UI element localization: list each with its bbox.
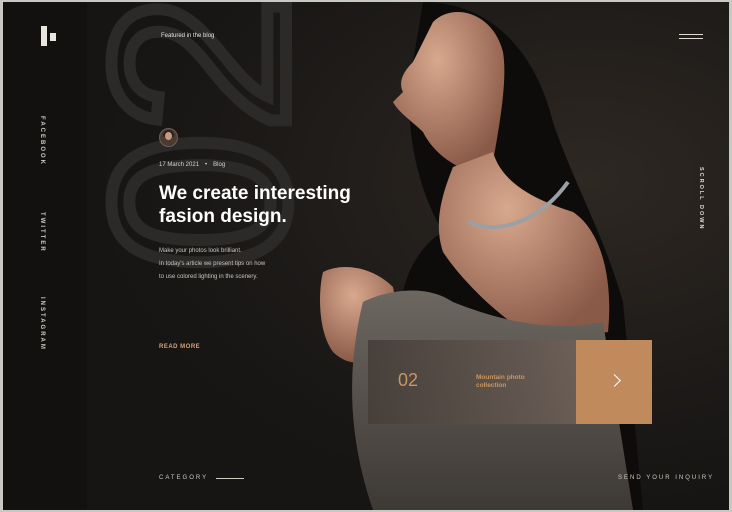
woman-portrait-image (320, 2, 643, 510)
post-category[interactable]: Blog (213, 162, 225, 168)
featured-collection-card[interactable]: 02 Mountain photo collection (368, 340, 576, 424)
chevron-right-icon (608, 374, 621, 387)
hero-headline: We create interesting fasion design. (159, 182, 399, 228)
headline-line-1: We create interesting (159, 183, 351, 204)
featured-label[interactable]: Featured in the blog (161, 33, 214, 39)
paragraph-line-2: In today's article we present tips on ho… (159, 261, 266, 267)
category-label[interactable]: CATEGORY (159, 475, 208, 481)
social-link-facebook[interactable]: FACEBOOK (39, 116, 45, 166)
author-avatar[interactable] (159, 128, 178, 147)
paragraph-line-3: to use colored lighting in the scenery. (159, 274, 258, 280)
post-date: 17 March 2021 (159, 162, 200, 168)
menu-hamburger-icon[interactable] (679, 34, 703, 40)
page-frame: FACEBOOK TWITTER INSTAGRAM 02 Featured i… (3, 2, 729, 510)
category-divider (216, 478, 244, 479)
read-more-link[interactable]: READ MORE (159, 344, 200, 350)
scroll-down-label[interactable]: SCROLL DOWN (698, 167, 704, 230)
card-title-line-1: Mountain photo (476, 374, 525, 381)
social-link-instagram[interactable]: INSTAGRAM (39, 297, 45, 351)
card-title: Mountain photo collection (476, 374, 556, 390)
social-link-twitter[interactable]: TWITTER (39, 212, 45, 253)
post-meta: 17 March 2021 • Blog (159, 162, 226, 168)
hero-paragraph: Make your photos look brilliant. In toda… (159, 245, 299, 284)
next-button[interactable] (576, 340, 652, 424)
headline-line-2: fasion design. (159, 206, 287, 227)
send-inquiry-link[interactable]: SEND YOUR INQUIRY (618, 475, 714, 481)
paragraph-line-1: Make your photos look brilliant. (159, 248, 242, 254)
logo-icon[interactable] (41, 26, 59, 46)
card-title-line-2: collection (476, 382, 507, 389)
card-number: 02 (398, 370, 419, 390)
